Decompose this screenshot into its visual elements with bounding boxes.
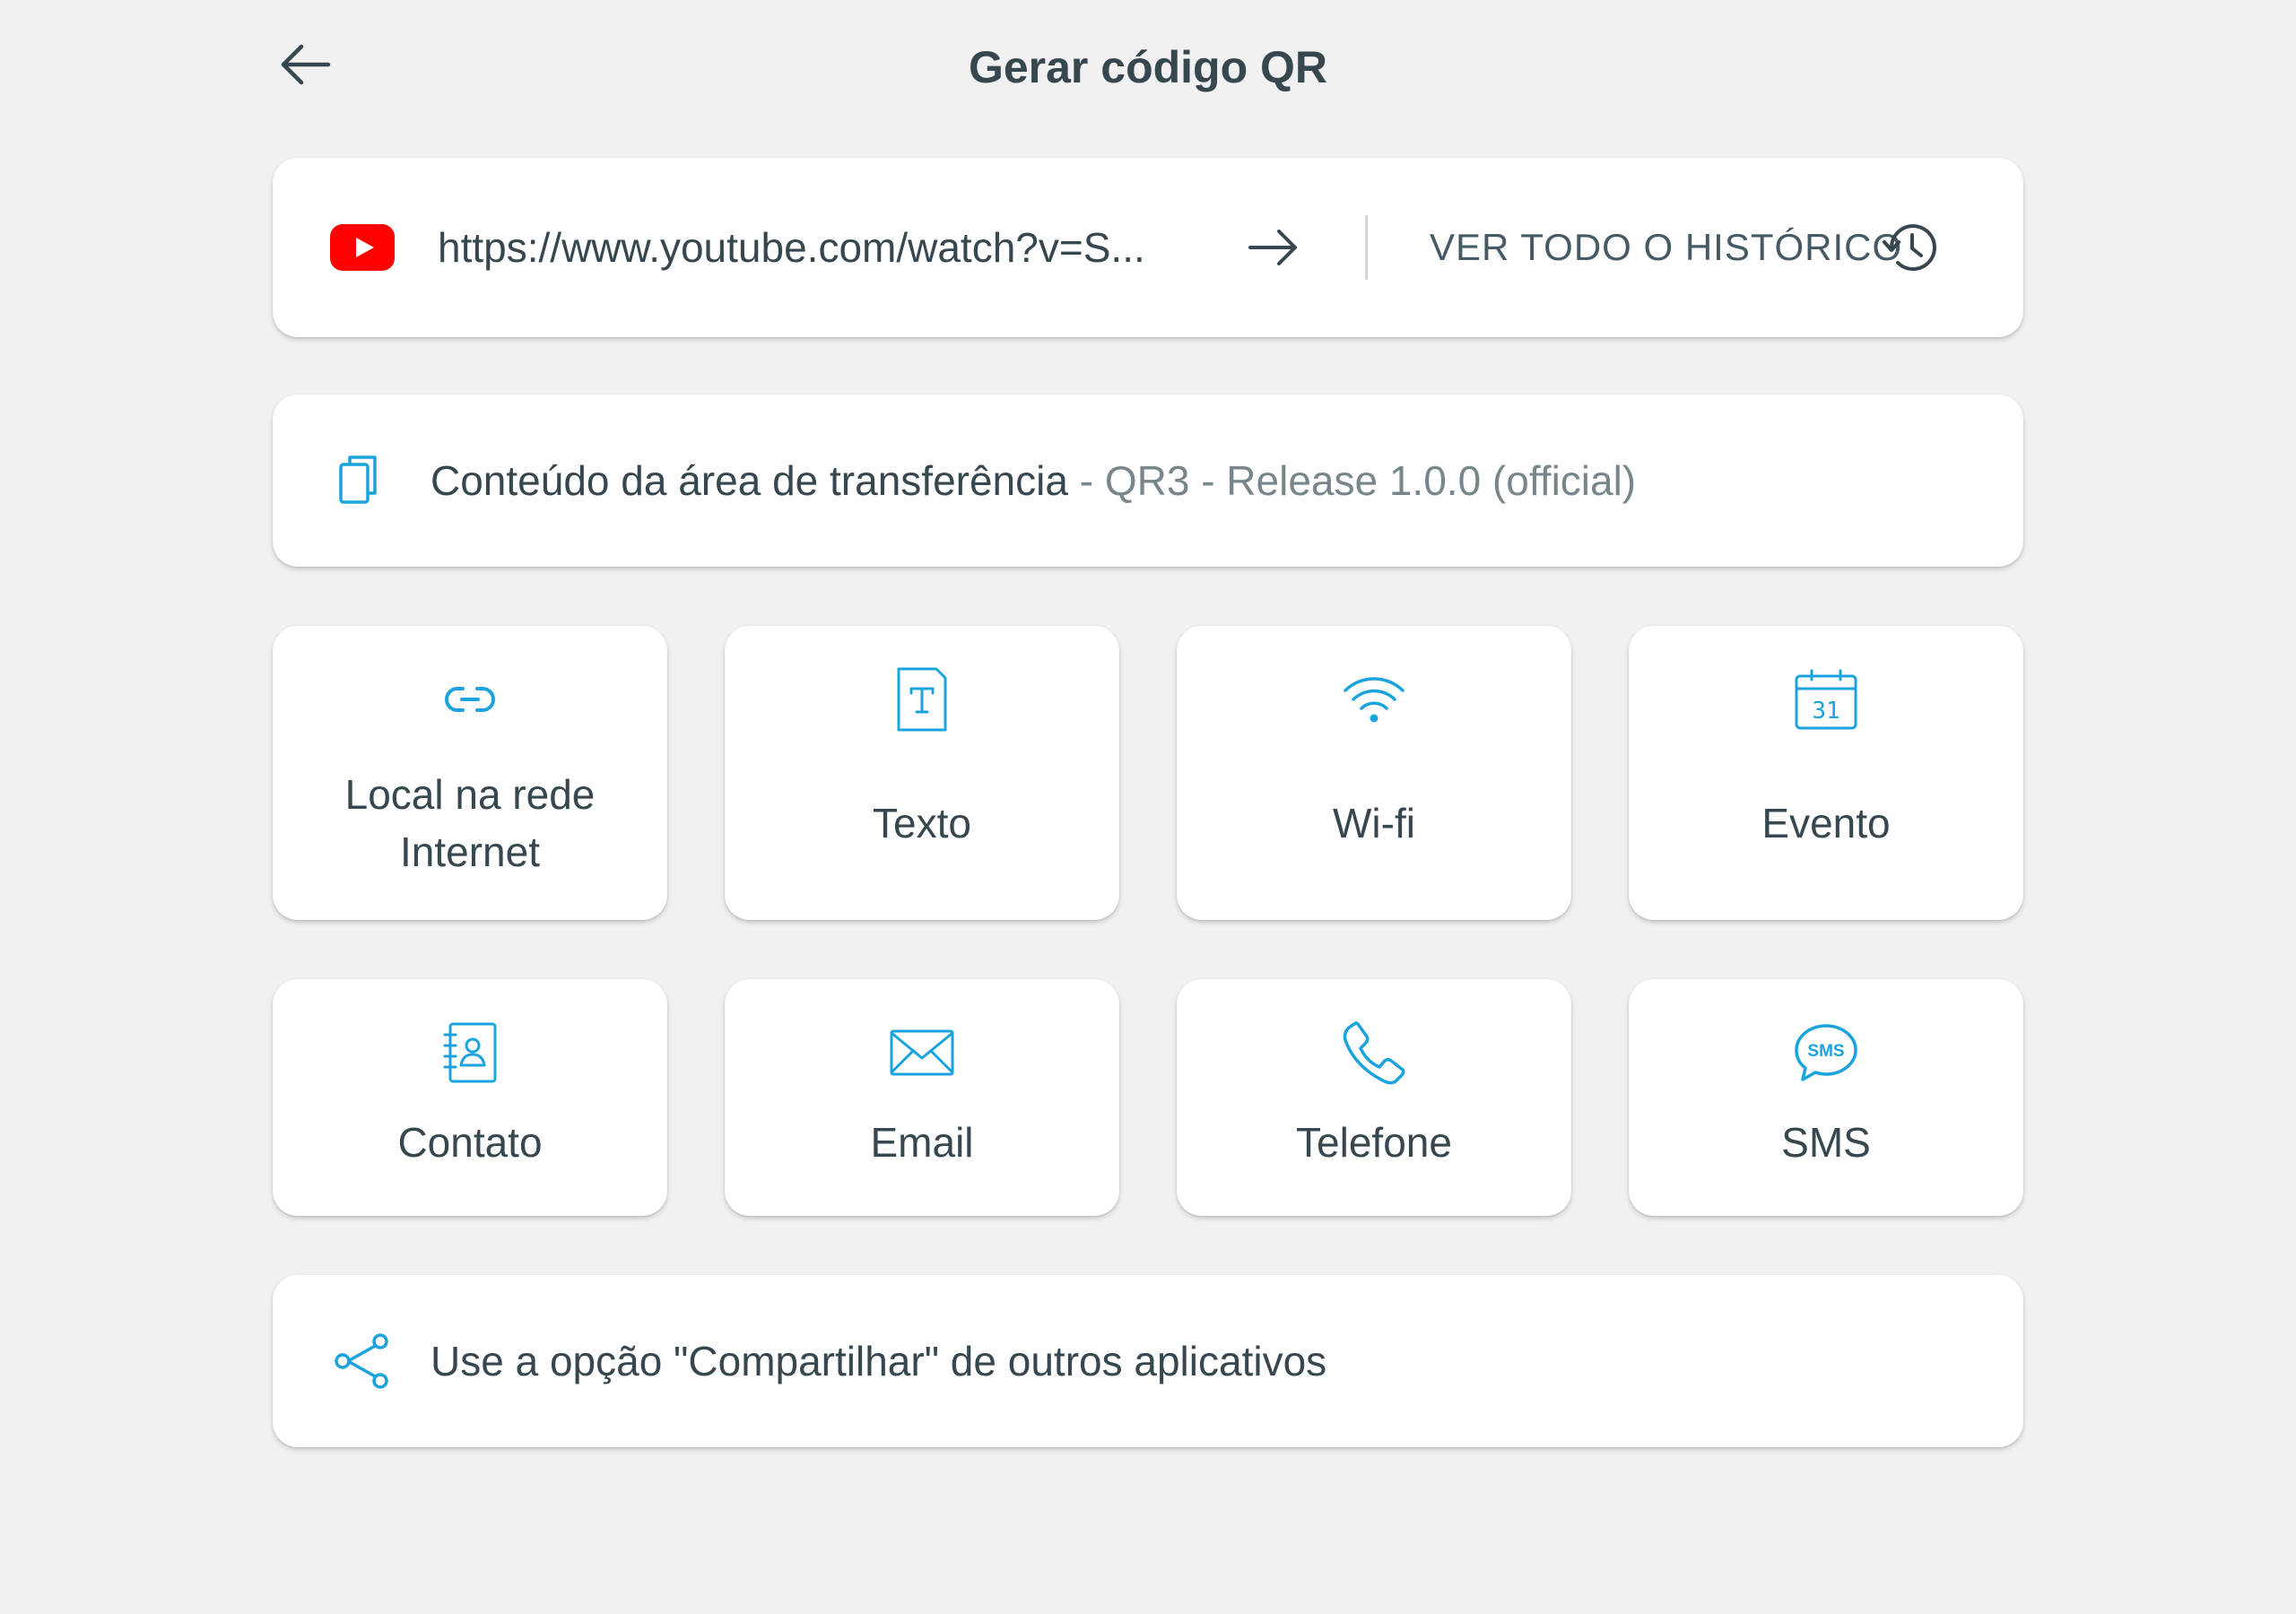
clipboard-separator: - [1067, 457, 1105, 504]
open-recent-button[interactable] [1241, 215, 1306, 280]
tile-label: Evento [1761, 800, 1891, 846]
type-tile-website[interactable]: Local na rede Internet [273, 626, 667, 920]
share-icon [330, 1329, 395, 1393]
wifi-icon [1342, 667, 1406, 732]
type-tile-phone[interactable]: Telefone [1177, 979, 1571, 1216]
contact-book-icon [438, 1020, 502, 1085]
youtube-icon [330, 224, 395, 271]
tile-label: Contato [397, 1119, 543, 1166]
clipboard-copy-icon [330, 448, 395, 513]
calendar-icon: 31 [1794, 667, 1858, 732]
recent-url-text[interactable]: https://www.youtube.com/watch?v=S... [438, 217, 1200, 278]
type-tile-email[interactable]: Email [725, 979, 1119, 1216]
view-all-history-label: VER TODO O HISTÓRICO [1430, 226, 1903, 268]
link-icon [438, 667, 502, 732]
vertical-divider [1365, 215, 1368, 280]
tile-label: SMS [1781, 1119, 1871, 1166]
arrow-right-icon [1248, 230, 1297, 265]
clipboard-content-card[interactable]: Conteúdo da área de transferência - QR3 … [273, 395, 2023, 567]
type-tile-contact[interactable]: Contato [273, 979, 667, 1216]
tile-label: Texto [873, 800, 971, 846]
type-tile-sms[interactable]: SMS SMS [1629, 979, 2023, 1216]
phone-icon [1342, 1020, 1406, 1085]
clipboard-label: Conteúdo da área de transferência [430, 457, 1068, 504]
top-bar: Gerar código QR [0, 0, 2296, 134]
type-tile-text[interactable]: Texto [725, 626, 1119, 920]
tile-label: Email [870, 1119, 974, 1166]
type-tile-event[interactable]: 31 Evento [1629, 626, 2023, 920]
view-all-history-button[interactable]: VER TODO O HISTÓRICO [1388, 194, 1998, 301]
recent-history-card: https://www.youtube.com/watch?v=S... VER… [273, 158, 2023, 337]
page-title: Gerar código QR [968, 42, 1328, 92]
share-from-apps-card[interactable]: Use a opção "Compartilhar" de outros apl… [273, 1275, 2023, 1447]
type-tile-wifi[interactable]: Wi-fi [1177, 626, 1571, 920]
calendar-day-text: 31 [1812, 698, 1839, 725]
text-document-icon [890, 667, 954, 732]
tile-label: Local na rede Internet [344, 771, 596, 875]
history-icon [1878, 215, 1943, 280]
sms-bubble-icon: SMS [1794, 1020, 1858, 1085]
tile-label: Telefone [1296, 1119, 1452, 1166]
sms-icon-text: SMS [1807, 1042, 1844, 1061]
clipboard-content: QR3 - Release 1.0.0 (official) [1104, 457, 1637, 504]
clipboard-text: Conteúdo da área de transferência - QR3 … [430, 450, 1636, 511]
tile-label: Wi-fi [1333, 800, 1415, 846]
share-label: Use a opção "Compartilhar" de outros apl… [430, 1338, 1327, 1384]
envelope-icon [890, 1020, 954, 1085]
